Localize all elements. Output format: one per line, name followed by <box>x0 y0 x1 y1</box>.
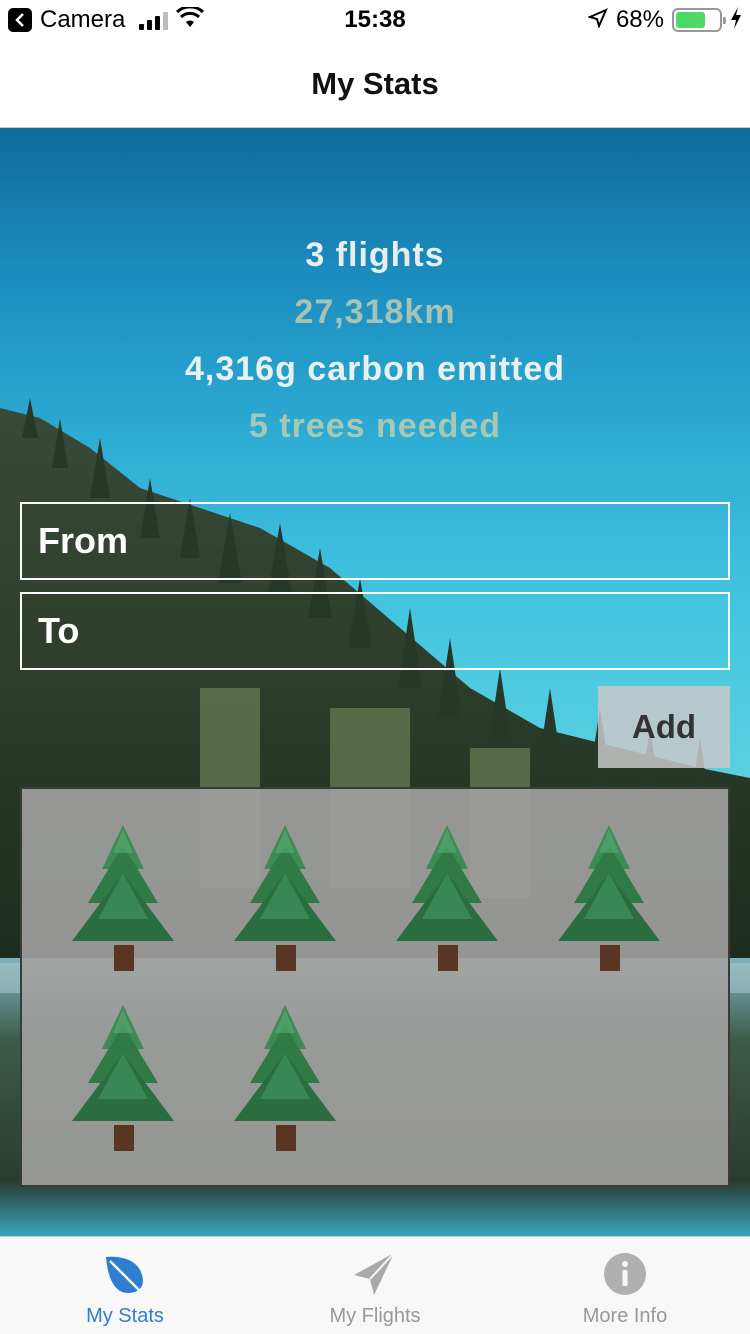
battery-icon <box>672 8 726 32</box>
evergreen-tree-icon <box>72 825 174 971</box>
tab-bar: My Stats My Flights More Info <box>0 1236 750 1334</box>
evergreen-tree-icon <box>558 825 660 971</box>
trees-needed: 5 trees needed <box>248 407 502 445</box>
tab-label: More Info <box>582 1305 668 1327</box>
battery-percent: 68% <box>615 6 664 33</box>
info-icon <box>604 1253 646 1295</box>
page-title: My Stats <box>311 65 439 101</box>
charging-bolt-icon <box>730 6 742 34</box>
tab-more-info[interactable]: More Info <box>500 1237 750 1334</box>
paper-plane-icon <box>354 1252 395 1295</box>
tab-label: My Stats <box>86 1305 164 1327</box>
trees-panel <box>20 787 730 1187</box>
location-arrow-icon <box>587 7 608 33</box>
from-field-wrapper <box>20 502 730 580</box>
flights-count: 3 flights <box>305 236 445 274</box>
leaf-icon <box>106 1256 145 1296</box>
evergreen-tree-icon <box>234 825 336 971</box>
evergreen-tree-icon <box>234 1005 336 1151</box>
tab-my-flights[interactable]: My Flights <box>250 1237 500 1334</box>
navigation-bar: My Stats <box>0 40 750 128</box>
carbon-emitted: 4,316g carbon emitted <box>184 350 565 388</box>
tab-label: My Flights <box>329 1305 421 1327</box>
distance-total: 27,318km <box>294 293 456 331</box>
to-input[interactable] <box>22 594 728 668</box>
from-input[interactable] <box>22 504 728 578</box>
evergreen-tree-icon <box>72 1005 174 1151</box>
evergreen-tree-icon <box>396 825 498 971</box>
tab-my-stats[interactable]: My Stats <box>0 1237 250 1334</box>
status-bar: Camera 15:38 68% <box>0 0 750 40</box>
battery-level <box>676 12 705 28</box>
to-field-wrapper <box>20 592 730 670</box>
add-flight-button[interactable]: Add <box>598 686 730 768</box>
